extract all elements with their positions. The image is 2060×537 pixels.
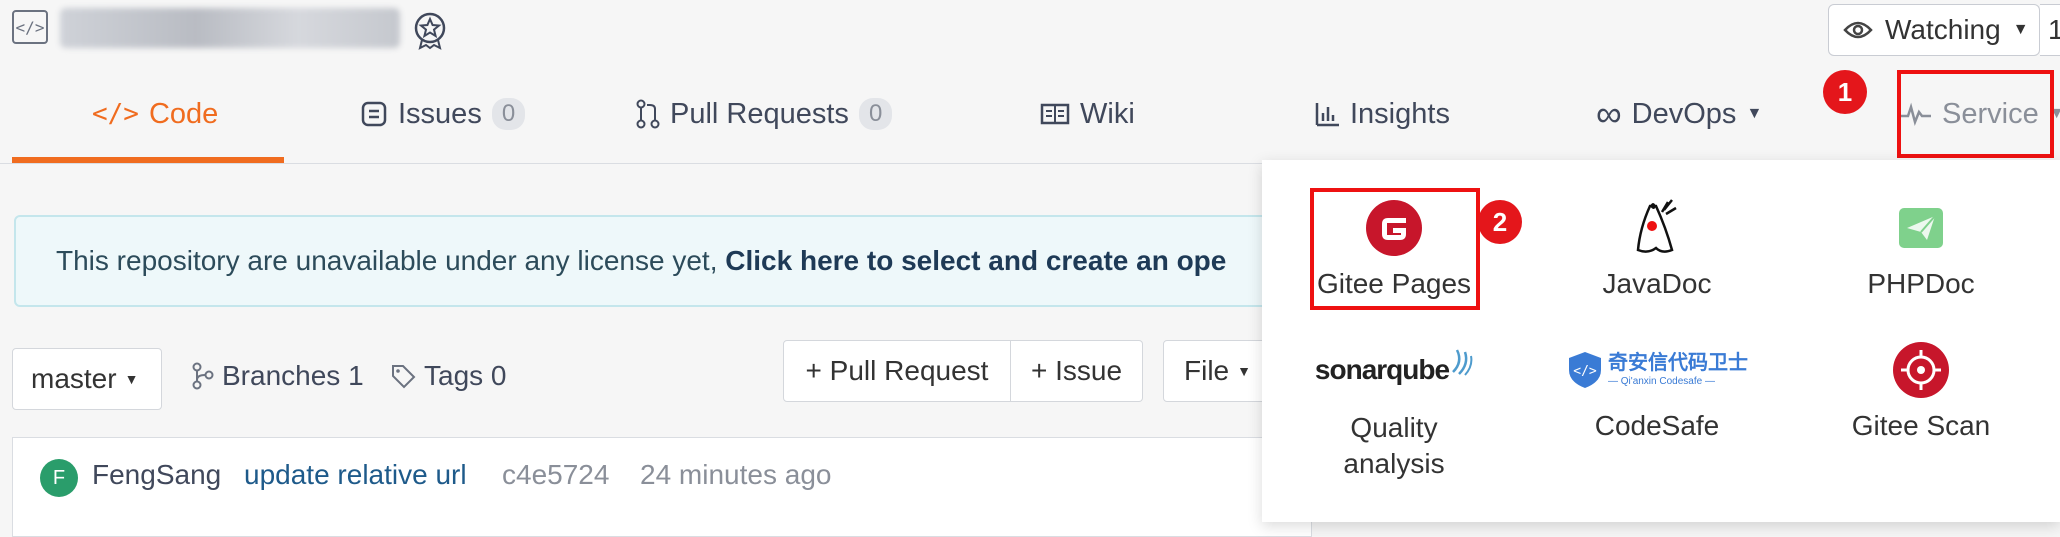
service-item-phpdoc[interactable]: PHPDoc	[1811, 196, 2031, 300]
commit-time: 24 minutes ago	[640, 459, 832, 490]
codesafe-logo-icon: </> 奇安信代码卫士 — Qi'anxin Codesafe —	[1547, 338, 1767, 402]
service-item-quality-analysis[interactable]: sonarqube Quality analysis	[1284, 338, 1504, 482]
pull-request-icon	[636, 99, 660, 129]
tab-pull-requests[interactable]: Pull Requests 0	[636, 64, 893, 164]
service-item-javadoc[interactable]: JavaDoc	[1547, 196, 1767, 300]
new-pull-request-button[interactable]: + Pull Request	[783, 340, 1011, 402]
issues-count-badge: 0	[491, 98, 526, 130]
branch-select[interactable]: master ▼	[12, 348, 162, 410]
commit-message[interactable]: update relative url	[244, 459, 467, 491]
tab-issues[interactable]: Issues 0	[360, 64, 526, 164]
book-icon	[1040, 103, 1070, 125]
service-item-gitee-scan[interactable]: Gitee Scan	[1811, 338, 2031, 442]
file-menu-button[interactable]: File ▼	[1163, 340, 1273, 402]
sonarqube-logo-text: sonarqube	[1314, 354, 1450, 385]
chevron-down-icon: ▼	[1237, 363, 1251, 379]
branch-select-value: master	[31, 363, 117, 394]
bar-chart-icon	[1315, 103, 1339, 127]
tab-code[interactable]: </> Code	[92, 64, 218, 164]
tab-wiki[interactable]: Wiki	[1040, 64, 1135, 164]
service-item-label: JavaDoc	[1602, 268, 1712, 299]
tab-insights-label: Insights	[1350, 97, 1450, 130]
target-icon	[1893, 342, 1949, 398]
pull-requests-count-badge: 0	[858, 98, 893, 130]
shield-code-icon: </>	[1569, 352, 1601, 388]
codesafe-logo-subtext: — Qi'anxin Codesafe —	[1608, 376, 1715, 387]
branches-label: Branches 1	[222, 360, 364, 391]
tab-wiki-label: Wiki	[1080, 97, 1135, 130]
service-item-label: Quality analysis	[1343, 412, 1445, 479]
tab-insights[interactable]: Insights	[1314, 64, 1450, 164]
chevron-down-icon: ▼	[1746, 105, 1763, 122]
avatar[interactable]: F	[40, 459, 78, 497]
repo-code-icon: </>	[12, 10, 48, 44]
watch-count[interactable]: 1	[2040, 4, 2060, 56]
branches-link[interactable]: Branches 1	[192, 360, 364, 392]
file-menu-label: File	[1184, 355, 1230, 386]
repo-nav: </> Code Issues 0 Pull Requests 0 Wiki I…	[0, 64, 2060, 164]
chevron-down-icon: ▼	[2012, 21, 2029, 38]
phpdoc-icon	[1899, 208, 1943, 248]
tag-icon	[392, 365, 416, 389]
infinity-icon: ∞	[1596, 93, 1622, 134]
license-banner: This repository are unavailable under an…	[14, 215, 1334, 307]
codesafe-logo-text: 奇安信代码卫士	[1608, 352, 1748, 374]
branch-icon	[192, 362, 214, 390]
watch-label: Watching	[1885, 14, 2001, 45]
service-highlight-box	[1897, 70, 2054, 158]
license-select-link[interactable]: Click here to select and create an ope	[725, 245, 1226, 276]
gitee-pages-highlight-box	[1310, 188, 1480, 310]
eye-icon	[1843, 21, 1873, 39]
tab-devops[interactable]: ∞ DevOps ▼	[1596, 64, 1762, 164]
code-icon: </>	[92, 99, 139, 129]
sonar-waves-icon	[1452, 349, 1473, 376]
sonarqube-logo-icon: sonarqube	[1284, 338, 1504, 402]
service-item-label: PHPDoc	[1867, 268, 1975, 299]
tab-code-label: Code	[148, 97, 219, 130]
tab-devops-label: DevOps	[1631, 97, 1737, 130]
annotation-marker-1: 1	[1823, 70, 1867, 114]
tab-issues-label: Issues	[398, 97, 482, 130]
chevron-down-icon: ▼	[124, 371, 139, 387]
award-badge-icon[interactable]	[410, 10, 450, 50]
service-item-label: Gitee Scan	[1851, 410, 1991, 441]
tags-link[interactable]: Tags 0	[390, 360, 507, 392]
svg-text:</>: </>	[1573, 364, 1597, 379]
java-duke-icon	[1636, 199, 1677, 253]
commit-author[interactable]: FengSang	[92, 459, 221, 491]
new-issue-button[interactable]: + Issue	[1011, 340, 1143, 402]
repo-name-blurred[interactable]	[60, 8, 400, 48]
service-item-codesafe[interactable]: </> 奇安信代码卫士 — Qi'anxin Codesafe — CodeSa…	[1547, 338, 1767, 442]
annotation-marker-2: 2	[1478, 200, 1522, 244]
service-item-label: CodeSafe	[1594, 410, 1720, 441]
watch-button[interactable]: Watching ▼	[1828, 4, 2040, 56]
commit-hash[interactable]: c4e5724	[502, 459, 609, 491]
issues-icon	[361, 101, 387, 127]
license-banner-text: This repository are unavailable under an…	[56, 245, 726, 276]
tags-label: Tags 0	[424, 360, 507, 391]
tab-pull-requests-label: Pull Requests	[670, 97, 849, 130]
